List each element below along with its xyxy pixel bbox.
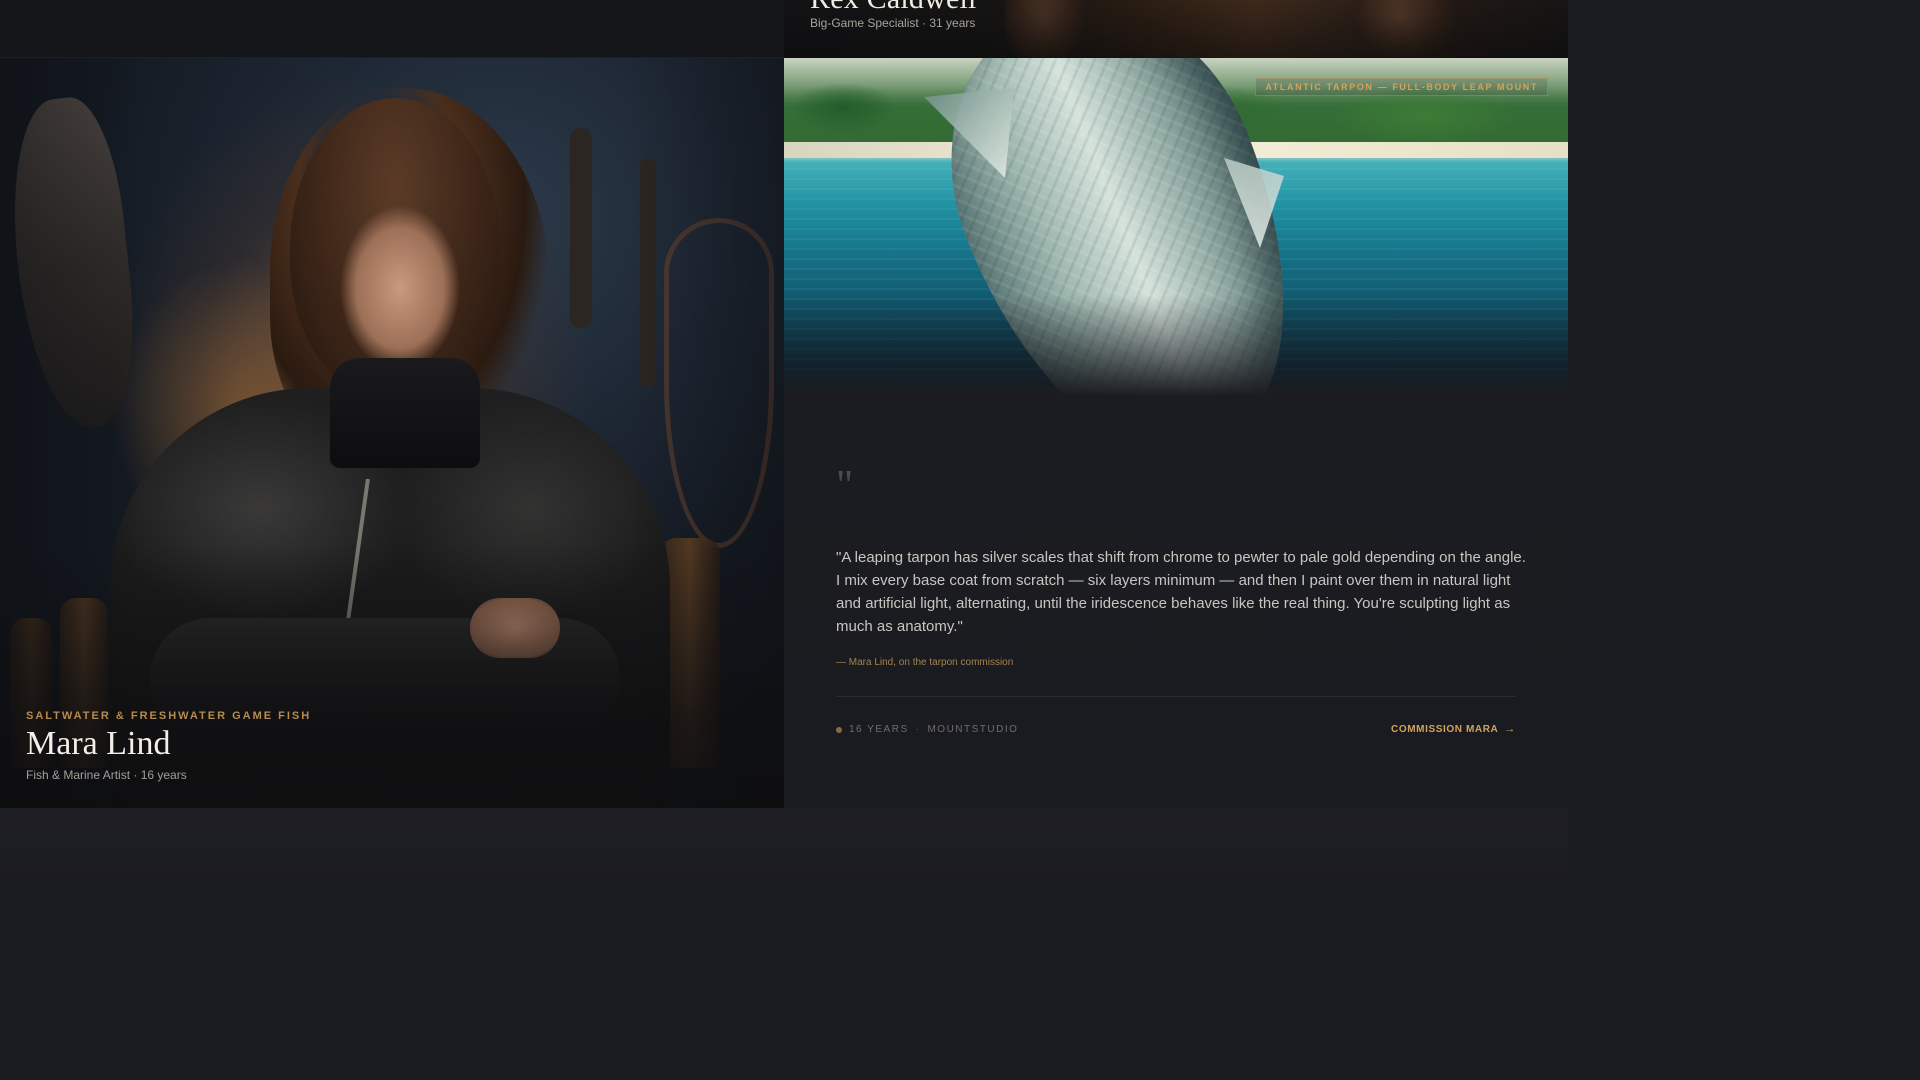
artist-subtitle: Fish & Marine Artist · 16 years [26, 768, 187, 782]
quote-panel: " "A leaping tarpon has silver scales th… [784, 396, 1568, 808]
previous-artist-name: Rex Caldwell [810, 0, 977, 16]
tarpon-commission-image: ATLANTIC TARPON — FULL-BODY LEAP MOUNT [784, 58, 1568, 396]
quote-mark-icon: " [836, 463, 854, 509]
status-dot-icon [836, 726, 842, 733]
divider [836, 696, 1516, 697]
artist-portrait: SALTWATER & FRESHWATER GAME FISH Mara Li… [0, 58, 784, 808]
meta-separator: · [915, 724, 921, 735]
image-fade [784, 58, 1568, 396]
meta-studio: MOUNTSTUDIO [927, 724, 1019, 735]
artist-specialty: SALTWATER & FRESHWATER GAME FISH [26, 710, 312, 722]
meta-years: 16 YEARS [849, 724, 909, 735]
commission-button-label: COMMISSION MARA [1391, 723, 1499, 735]
commission-button[interactable]: COMMISSION MARA → [1391, 723, 1516, 735]
quote-attribution: — Mara Lind, on the tarpon commission [836, 657, 1014, 668]
artist-meta: 16 YEARS · MOUNTSTUDIO [836, 724, 1018, 735]
quote-text: "A leaping tarpon has silver scales that… [836, 549, 1526, 635]
page: Rex Caldwell Big-Game Specialist · 31 ye… [0, 0, 1568, 882]
bottom-band [0, 808, 1568, 882]
top-left-strip [0, 0, 784, 58]
portrait-vignette [0, 58, 784, 808]
arrow-right-icon: → [1504, 723, 1516, 735]
artist-name: Mara Lind [26, 725, 171, 762]
previous-artist-card[interactable]: Rex Caldwell Big-Game Specialist · 31 ye… [784, 0, 1568, 58]
commission-tag: ATLANTIC TARPON — FULL-BODY LEAP MOUNT [1255, 78, 1548, 96]
previous-artist-subtitle: Big-Game Specialist · 31 years [810, 16, 976, 30]
artist-caption: SALTWATER & FRESHWATER GAME FISH Mara Li… [26, 710, 311, 782]
